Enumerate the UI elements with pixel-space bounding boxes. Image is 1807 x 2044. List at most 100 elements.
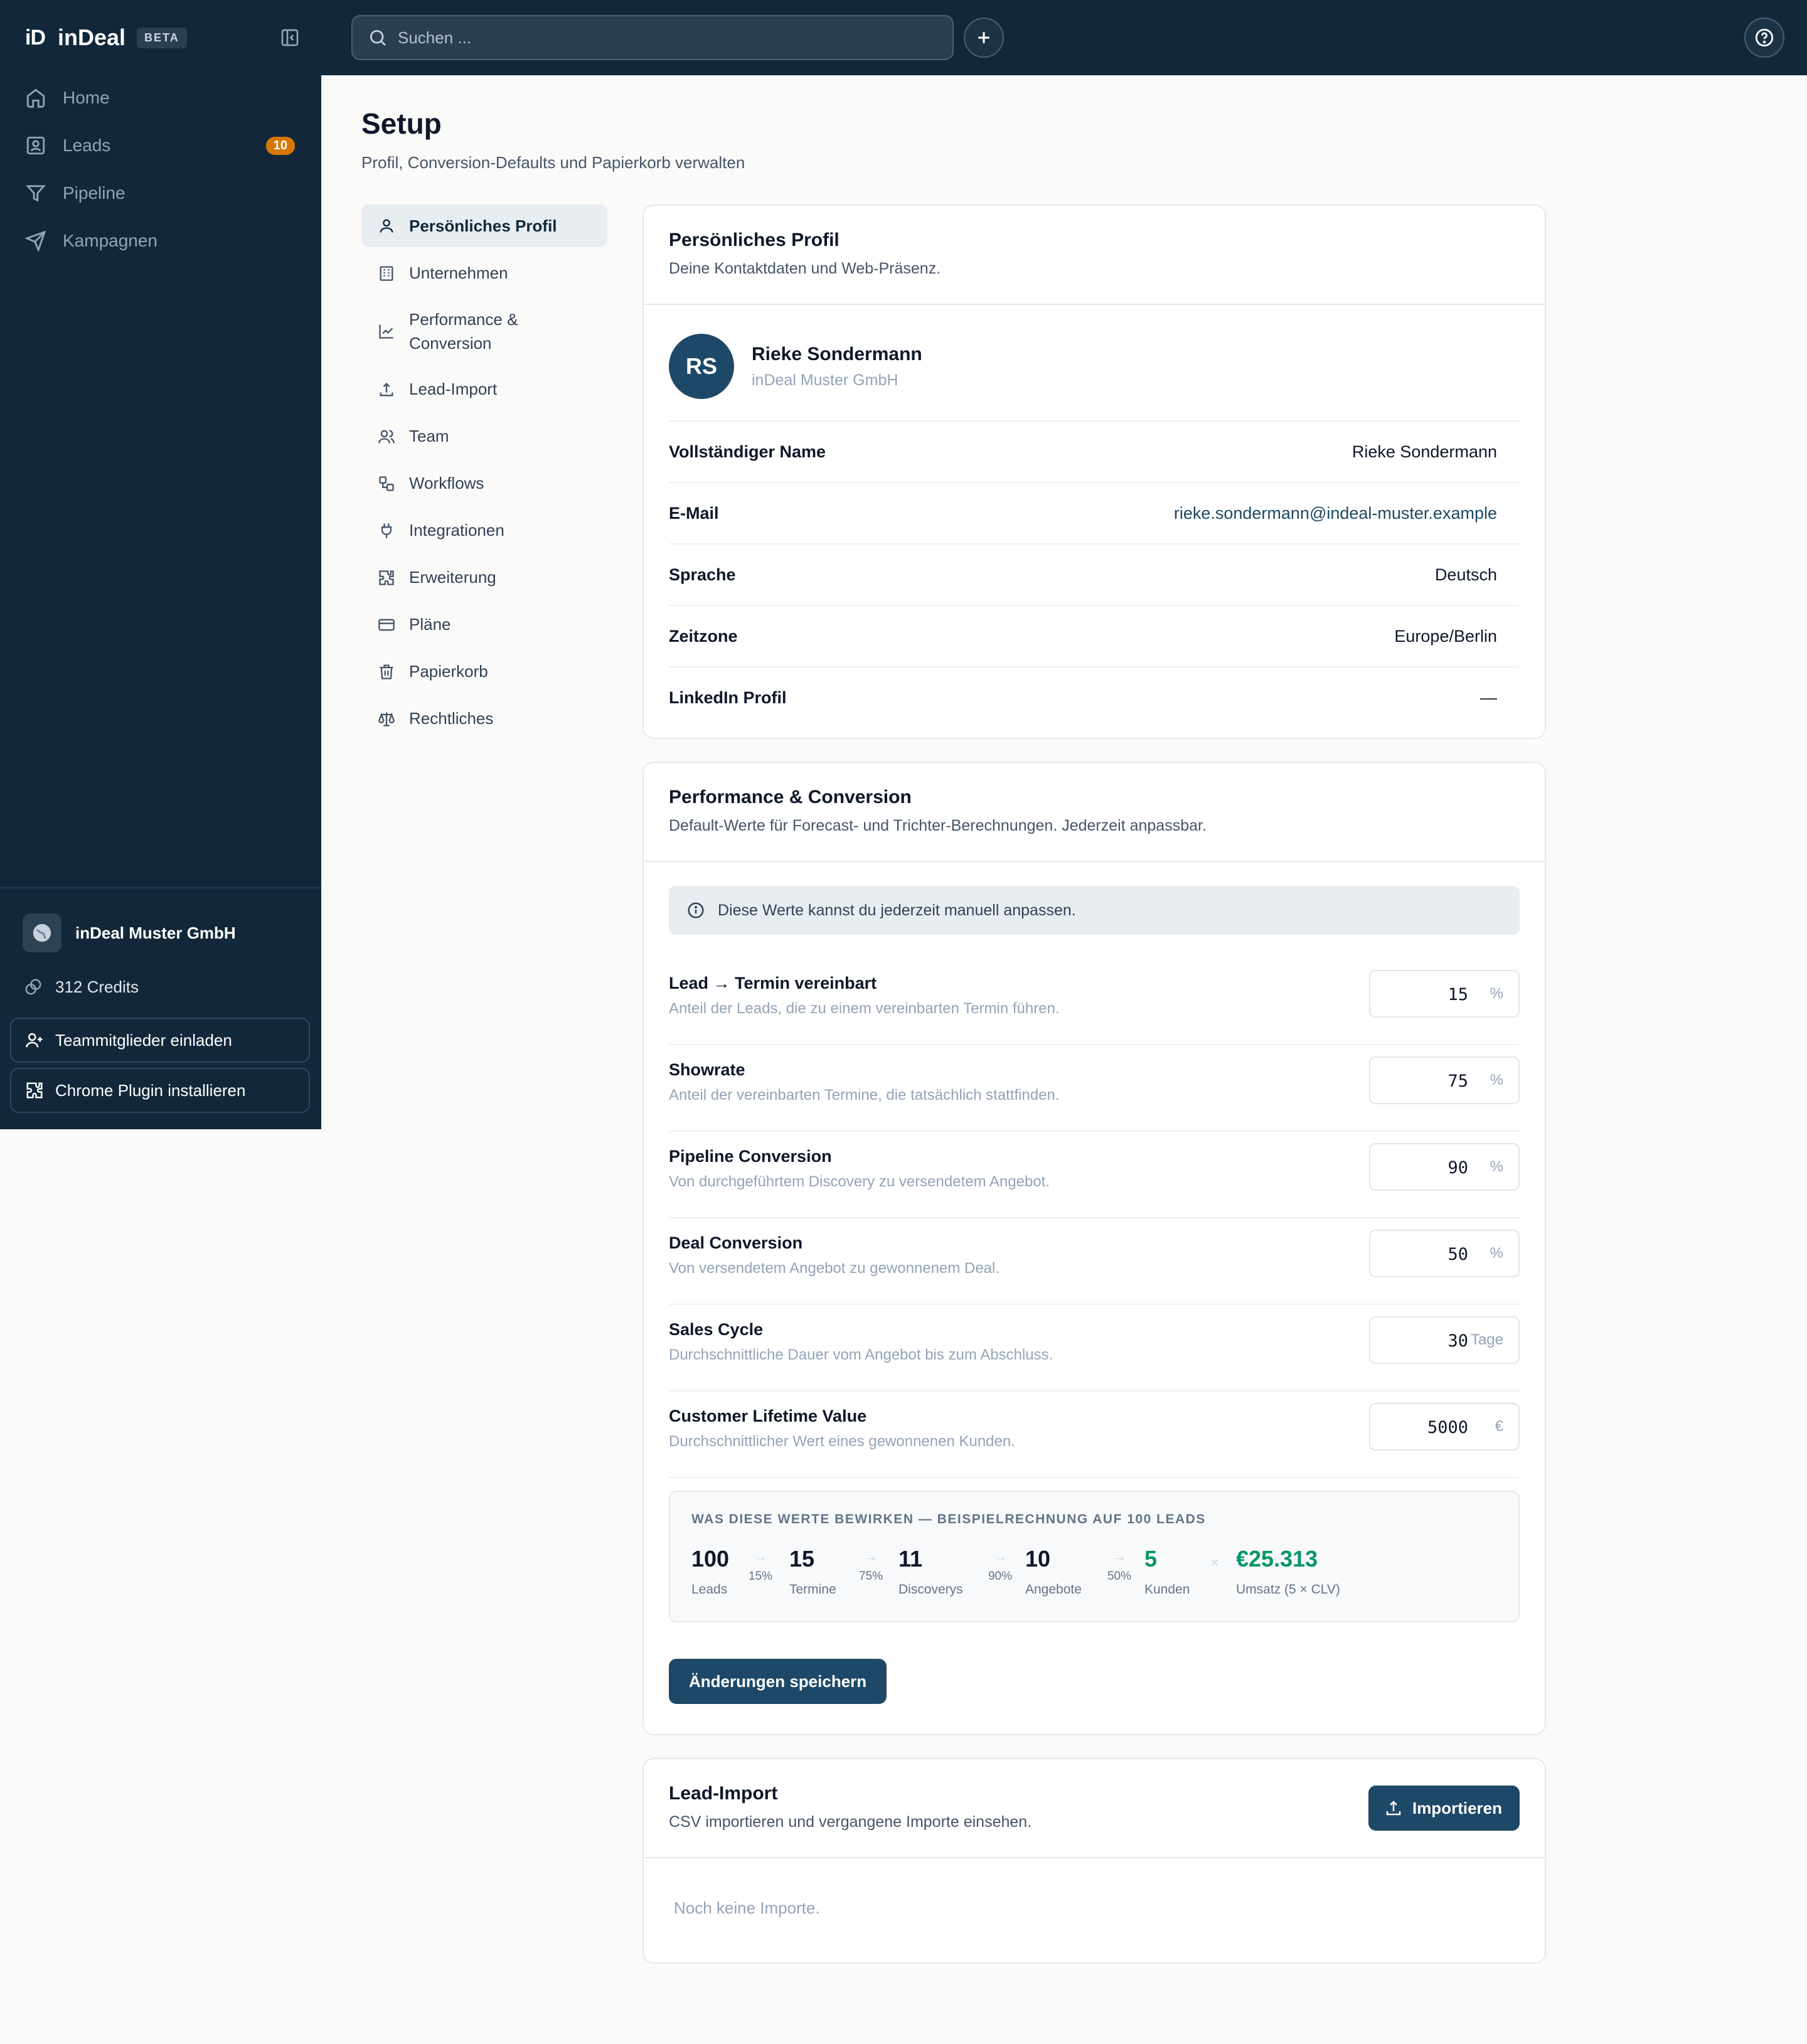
metric-pipeline-conversion: Pipeline Conversion Von durchgeführtem D… <box>669 1132 1520 1218</box>
metric-value: 30 <box>1447 1331 1468 1351</box>
field-value: Rieke Sondermann <box>1351 442 1497 461</box>
quick-add-button[interactable] <box>964 18 1004 58</box>
setup-nav-label: Persönliches Profil <box>409 216 557 235</box>
setup-nav-lead-import[interactable]: Lead-Import <box>361 366 607 413</box>
arrow-right-icon: → <box>864 1548 878 1564</box>
profile-summary: RS Rieke Sondermann inDeal Muster GmbH <box>669 334 1520 399</box>
divider <box>644 1857 1545 1858</box>
panel-collapse-icon <box>281 29 299 46</box>
field-value: Deutsch <box>1434 565 1497 584</box>
calc-label: Termine <box>789 1582 836 1597</box>
performance-card-desc: Default-Werte für Forecast- und Trichter… <box>669 817 1207 834</box>
search-input[interactable] <box>398 28 950 48</box>
import-button[interactable]: Importieren <box>1368 1786 1520 1831</box>
metric-label: Deal Conversion <box>669 1233 803 1252</box>
calc-step-angebote: 10 Angebote <box>1025 1546 1082 1597</box>
sidebar-item-kampagnen[interactable]: Kampagnen <box>0 217 321 265</box>
profile-card-desc: Deine Kontaktdaten und Web-Präsenz. <box>669 260 941 277</box>
help-button[interactable] <box>1744 18 1784 58</box>
sidebar-collapse-button[interactable] <box>279 26 301 49</box>
users-icon <box>376 427 397 447</box>
metric-desc: Durchschnittliche Dauer vom Angebot bis … <box>669 1346 1053 1363</box>
calc-label: Kunden <box>1144 1582 1190 1597</box>
metric-input-sales-cycle[interactable]: 30 Tage <box>1369 1316 1520 1364</box>
org-switcher[interactable]: inDeal Muster GmbH <box>23 913 236 952</box>
field-linkedin[interactable]: LinkedIn Profil — <box>669 666 1520 728</box>
brand-name: inDeal <box>58 24 126 50</box>
send-icon <box>24 229 48 253</box>
calc-arrow: → 50% <box>1103 1548 1136 1584</box>
divider <box>644 861 1545 862</box>
page-subtitle: Profil, Conversion-Defaults und Papierko… <box>361 153 745 172</box>
user-plus-icon <box>24 1030 45 1051</box>
page-title: Setup <box>361 107 442 140</box>
org-logo <box>23 913 61 952</box>
credits-label: 312 Credits <box>55 977 139 996</box>
setup-nav-label: Unternehmen <box>409 263 508 282</box>
info-note: Diese Werte kannst du jederzeit manuell … <box>669 886 1520 935</box>
sidebar-divider <box>0 887 321 888</box>
save-button[interactable]: Änderungen speichern <box>669 1659 887 1704</box>
metric-input-lead-termin[interactable]: 15 % <box>1369 970 1520 1018</box>
invite-team-label: Teammitglieder einladen <box>55 1030 232 1050</box>
metric-deal-conversion: Deal Conversion Von versendetem Angebot … <box>669 1218 1520 1305</box>
install-plugin-label: Chrome Plugin installieren <box>55 1080 246 1100</box>
field-email[interactable]: E-Mail rieke.sondermann@indeal-muster.ex… <box>669 482 1520 543</box>
calc-rate: 90% <box>988 1570 1013 1583</box>
setup-nav-profil[interactable]: Persönliches Profil <box>361 205 607 247</box>
setup-nav-label: Erweiterung <box>409 568 496 587</box>
filter-icon <box>24 181 48 205</box>
metric-value: 90 <box>1447 1158 1468 1178</box>
brand[interactable]: iD inDeal BETA <box>25 23 187 53</box>
field-timezone[interactable]: Zeitzone Europe/Berlin <box>669 605 1520 666</box>
field-full-name[interactable]: Vollständiger Name Rieke Sondermann <box>669 420 1520 482</box>
setup-nav-team[interactable]: Team <box>361 413 607 460</box>
metric-unit: % <box>1490 1158 1503 1175</box>
setup-nav-label: Team <box>409 427 449 445</box>
arrow-right-icon: → <box>1112 1548 1126 1564</box>
setup-nav-performance[interactable]: Performance & Conversion <box>361 297 607 366</box>
metric-value: 5000 <box>1427 1418 1468 1437</box>
calc-label: Umsatz (5 × CLV) <box>1236 1582 1340 1597</box>
setup-nav-unternehmen[interactable]: Unternehmen <box>361 250 607 297</box>
chart-line-icon <box>376 321 397 341</box>
arrow-right-icon: → <box>754 1548 767 1564</box>
metric-label: Customer Lifetime Value <box>669 1407 867 1425</box>
metric-label: Sales Cycle <box>669 1320 764 1339</box>
user-icon <box>376 216 397 236</box>
calc-step-discoverys: 11 Discoverys <box>898 1546 963 1597</box>
credits[interactable]: 312 Credits <box>23 976 139 998</box>
calc-step-leads: 100 Leads <box>691 1546 729 1597</box>
sidebar-item-leads[interactable]: Leads 10 <box>0 122 321 169</box>
setup-nav-rechtliches[interactable]: Rechtliches <box>361 695 607 742</box>
setup-nav-papierkorb[interactable]: Papierkorb <box>361 648 607 695</box>
email-link[interactable]: rieke.sondermann@indeal-muster.example <box>1174 504 1497 523</box>
setup-nav: Persönliches Profil Unternehmen Performa… <box>361 205 607 742</box>
calc-label: Angebote <box>1025 1582 1082 1597</box>
calc-step-kunden: 5 Kunden <box>1144 1546 1190 1597</box>
sidebar-item-pipeline[interactable]: Pipeline <box>0 169 321 217</box>
invite-team-button[interactable]: Teammitglieder einladen <box>10 1018 310 1063</box>
metric-input-showrate[interactable]: 75 % <box>1369 1057 1520 1104</box>
search-box[interactable] <box>351 15 954 60</box>
install-plugin-button[interactable]: Chrome Plugin installieren <box>10 1068 310 1113</box>
sidebar-item-home[interactable]: Home <box>0 74 321 122</box>
sidebar-item-label: Kampagnen <box>63 231 158 250</box>
home-icon <box>24 86 48 110</box>
profile-name: Rieke Sondermann <box>752 343 922 365</box>
metric-unit: % <box>1490 1245 1503 1262</box>
setup-nav-erweiterung[interactable]: Erweiterung <box>361 554 607 601</box>
calc-step-umsatz: €25.313 Umsatz (5 × CLV) <box>1236 1546 1340 1597</box>
field-language[interactable]: Sprache Deutsch <box>669 543 1520 605</box>
beta-badge: BETA <box>137 27 187 48</box>
metric-desc: Anteil der Leads, die zu einem vereinbar… <box>669 1000 1060 1017</box>
metric-input-clv[interactable]: 5000 € <box>1369 1403 1520 1450</box>
setup-nav-integrationen[interactable]: Integrationen <box>361 507 607 554</box>
setup-nav-plaene[interactable]: Pläne <box>361 601 607 648</box>
metric-input-deal-conversion[interactable]: 50 % <box>1369 1230 1520 1277</box>
calc-arrow: → 90% <box>984 1548 1016 1584</box>
metric-desc: Anteil der vereinbarten Termine, die tat… <box>669 1087 1060 1104</box>
setup-nav-workflows[interactable]: Workflows <box>361 460 607 507</box>
metric-input-pipeline-conversion[interactable]: 90 % <box>1369 1143 1520 1191</box>
field-label: Zeitzone <box>669 626 738 646</box>
